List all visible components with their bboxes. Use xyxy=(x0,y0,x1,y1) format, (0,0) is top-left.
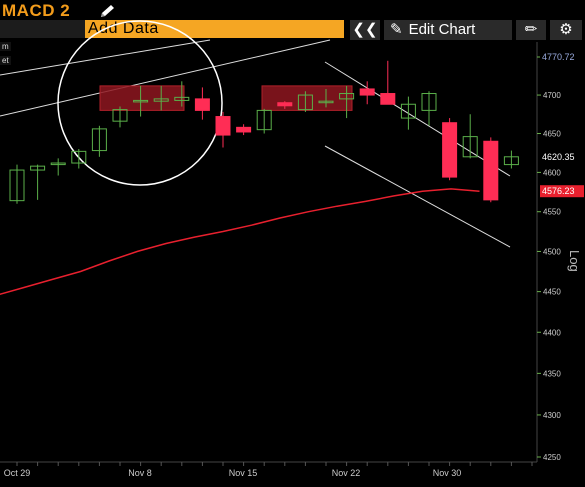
y-tick-label: 4300 xyxy=(543,411,561,420)
candle xyxy=(442,118,458,181)
resistance-box-2 xyxy=(261,85,353,111)
candle xyxy=(236,124,252,136)
price-chart[interactable]: 4250 4300 4350 4400 4450 4500 4550 4600 4650 4700… xyxy=(0,0,585,487)
high-price-badge-text: 4770.72 xyxy=(542,52,575,62)
candle xyxy=(400,96,416,130)
y-tick-label: 4450 xyxy=(543,288,561,297)
candles-layer xyxy=(9,60,519,204)
y-tick-label: 4700 xyxy=(543,91,561,100)
candle-body xyxy=(359,88,375,96)
candle xyxy=(503,150,519,169)
candle xyxy=(380,60,396,105)
candle xyxy=(30,164,46,200)
candle xyxy=(50,158,66,176)
x-tick-label: Nov 22 xyxy=(332,468,361,478)
candle xyxy=(112,106,128,128)
channel-upper xyxy=(324,61,511,177)
resistance-box-1 xyxy=(99,85,185,111)
last-price-badge: 4620.35 xyxy=(540,150,584,163)
candle-body xyxy=(380,93,396,105)
candle-body xyxy=(483,140,499,201)
price-axis: 4250 4300 4350 4400 4450 4500 4550 4600 4650 4700… xyxy=(536,42,582,462)
candle xyxy=(215,111,231,148)
x-tick-label: Nov 15 xyxy=(229,468,258,478)
log-scale-label: Log xyxy=(567,250,582,272)
candle xyxy=(194,87,210,120)
high-price-badge: 4770.72 xyxy=(540,51,584,63)
trendline-upper xyxy=(0,39,211,76)
x-tick-label: Nov 30 xyxy=(433,468,462,478)
candle xyxy=(9,164,25,204)
x-tick-label: Nov 8 xyxy=(128,468,152,478)
candle xyxy=(462,114,478,159)
y-tick-label: 4350 xyxy=(543,369,561,378)
channel-lower xyxy=(324,145,511,248)
y-tick-label: 4550 xyxy=(543,208,561,217)
time-axis: Oct 29 Nov 8 Nov 15 Nov 22 Nov 30 xyxy=(0,461,537,478)
y-tick-label: 4250 xyxy=(543,453,561,462)
last-price-badge-text: 4620.35 xyxy=(542,152,575,162)
moving-average-layer xyxy=(0,188,480,296)
ma-value-badge: 4576.23 xyxy=(540,185,584,198)
candle-body xyxy=(442,122,458,178)
y-tick-label: 4400 xyxy=(543,328,561,337)
candle-body xyxy=(215,116,231,136)
candle xyxy=(483,137,499,203)
y-tick-label: 4600 xyxy=(543,168,561,177)
drawing-annotations xyxy=(0,20,511,248)
moving-average-line xyxy=(0,188,480,296)
y-tick-label: 4500 xyxy=(543,247,561,256)
candle-body xyxy=(277,102,293,107)
candle xyxy=(421,91,437,126)
x-tick-label: Oct 29 xyxy=(4,468,31,478)
ma-value-badge-text: 4576.23 xyxy=(542,186,575,196)
candle xyxy=(256,108,272,134)
candle-body xyxy=(236,126,252,133)
candle xyxy=(91,125,107,157)
y-tick-label: 4650 xyxy=(543,130,561,139)
candle-body xyxy=(194,98,210,111)
